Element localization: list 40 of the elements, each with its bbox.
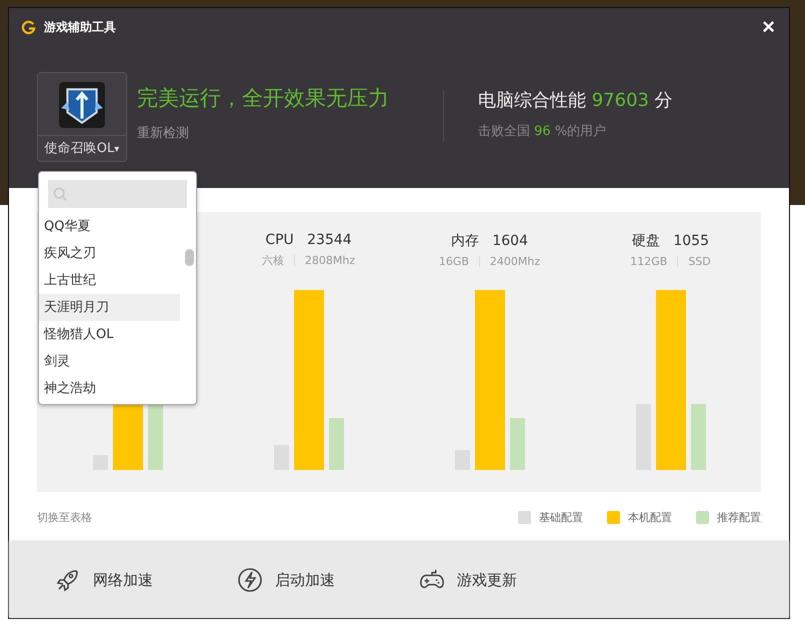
toolbar-action[interactable]: 网络加速 (55, 567, 153, 593)
spec-detail: 16GB (438, 255, 469, 268)
dropdown-item[interactable]: 疾风之刃 (39, 240, 180, 267)
chart-bar (510, 418, 524, 470)
toolbar-action[interactable]: 启动加速 (237, 567, 335, 593)
spec-detail: 2400Mhz (490, 255, 540, 268)
legend-label: 本机配置 (628, 510, 672, 524)
scrollbar-thumb[interactable] (185, 249, 194, 266)
spec-title: CPU 23544 (265, 232, 352, 248)
game-selector[interactable]: 使命召唤OL▾ (37, 72, 127, 162)
rocket-icon (55, 567, 81, 593)
chart-bar (328, 418, 344, 470)
dropdown-item[interactable]: 上古世纪 (39, 267, 180, 294)
spec-title: 内存 1604 (451, 232, 528, 250)
search-field[interactable] (48, 180, 187, 208)
toolbar-action[interactable]: 游戏更新 (419, 567, 517, 593)
game-emblem-icon (58, 81, 106, 129)
status-headline: 完美运行，全开效果无压力 (137, 85, 390, 112)
dropdown-item[interactable]: 怪物猎人OL (39, 321, 180, 348)
rank-text: 击败全国 96 %的用户 (478, 123, 608, 140)
search-icon (53, 186, 68, 202)
lightning-icon (237, 567, 263, 593)
dropdown-item[interactable]: QQ华夏 (39, 213, 180, 240)
spec-detail: 2808Mhz (304, 254, 356, 267)
performance-score: 电脑综合性能 97603 分 (478, 89, 673, 112)
close-button[interactable]: × (760, 16, 777, 38)
logo-icon (21, 20, 36, 34)
switch-table-link[interactable]: 切换至表格 (37, 510, 92, 524)
dropdown-item[interactable]: 剑灵 (39, 348, 180, 375)
spec-detail: SSD (688, 255, 711, 268)
window-title: 游戏辅助工具 (44, 18, 117, 36)
dropdown-item[interactable]: 天涯明月刀 (39, 294, 180, 321)
spec-title: 硬盘 1055 (632, 232, 709, 250)
spec-detail: 112GB (630, 255, 668, 268)
chart-bar (690, 404, 706, 470)
legend-label: 基础配置 (539, 510, 583, 524)
spec-detail: 六核 (262, 253, 284, 268)
recheck-link[interactable]: 重新检测 (137, 124, 443, 142)
legend-label: 推荐配置 (717, 510, 761, 524)
dropdown-item[interactable]: 神之浩劫 (39, 375, 180, 402)
